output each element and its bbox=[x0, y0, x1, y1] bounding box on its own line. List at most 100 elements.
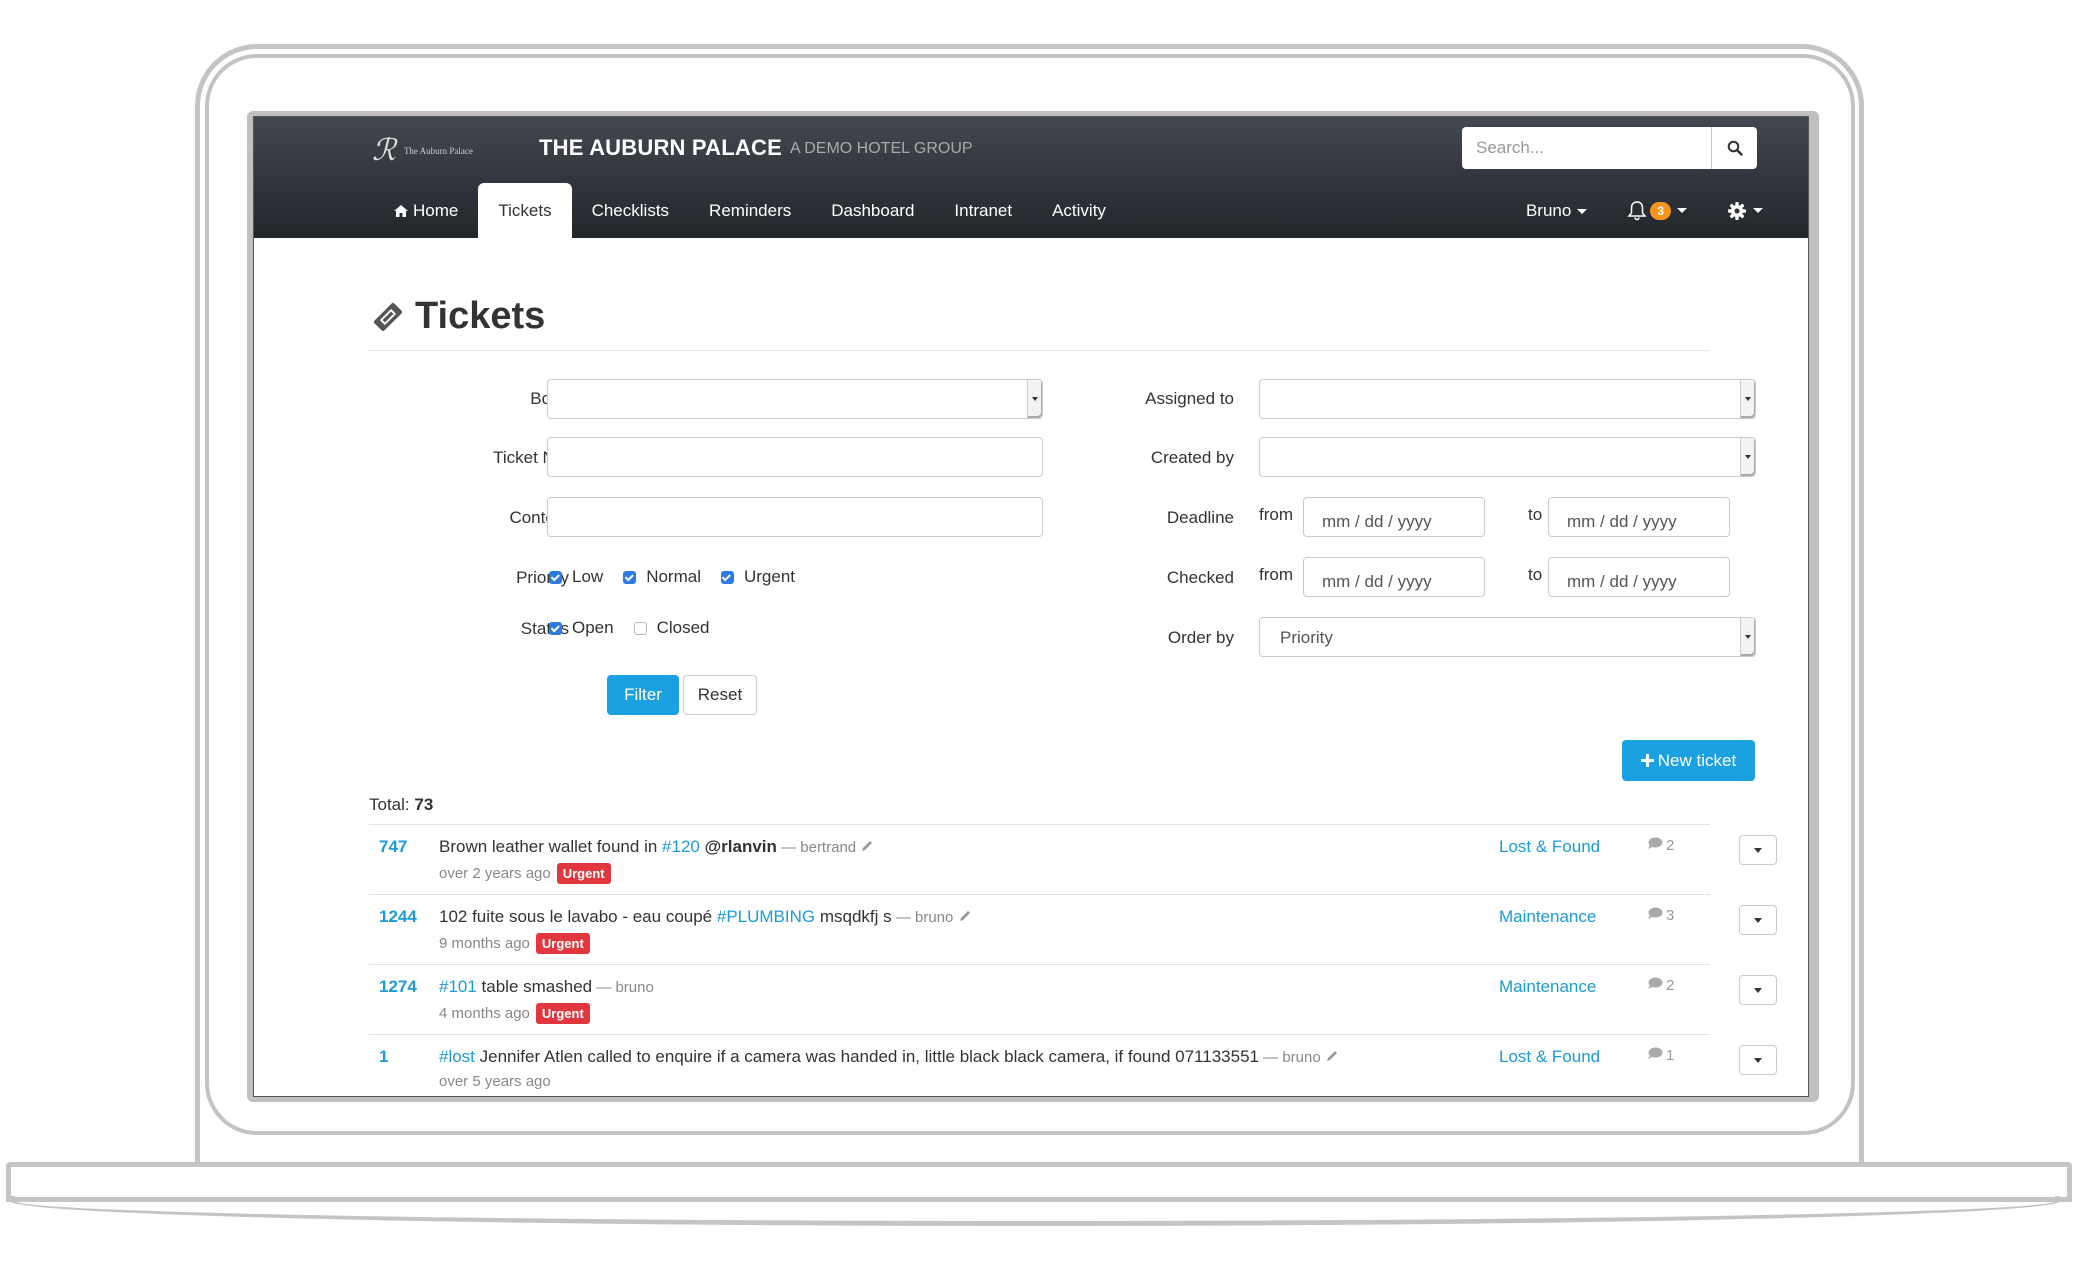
checked-to-date[interactable]: mm / dd / yyyy bbox=[1548, 557, 1730, 597]
comment-count-value: 1 bbox=[1666, 1047, 1675, 1064]
checked-label: Checked bbox=[1166, 568, 1234, 587]
ticket-actions-dropdown[interactable] bbox=[1739, 975, 1777, 1005]
ticket-actions-dropdown[interactable] bbox=[1739, 905, 1777, 935]
ticket-meta: 4 months ago Urgent bbox=[439, 1003, 590, 1024]
select-arrow bbox=[1740, 380, 1755, 418]
nav-home[interactable]: Home bbox=[374, 183, 478, 238]
status-closed-checkbox[interactable]: Closed bbox=[633, 618, 710, 638]
comment-count[interactable]: 3 bbox=[1647, 907, 1674, 924]
total-value: 73 bbox=[414, 795, 434, 814]
ticket-author: — bruno bbox=[891, 909, 958, 926]
app-screen: ℛ The Auburn Palace THE AUBURN PALACE A … bbox=[253, 116, 1809, 1097]
deadline-to-date[interactable]: mm / dd / yyyy bbox=[1548, 497, 1730, 537]
nav-checklists[interactable]: Checklists bbox=[572, 183, 689, 238]
ticket-id-link[interactable]: 1 bbox=[379, 1047, 388, 1067]
status-open-checkbox[interactable]: Open bbox=[549, 618, 614, 638]
search-button[interactable] bbox=[1711, 127, 1757, 169]
ticket-text: 102 fuite sous le lavabo - eau coupé bbox=[439, 907, 717, 926]
ticket-time: 9 months ago bbox=[439, 935, 530, 952]
content-field[interactable] bbox=[547, 497, 1043, 537]
search-input[interactable] bbox=[1462, 127, 1711, 169]
comment-count[interactable]: 2 bbox=[1647, 837, 1674, 854]
ticket-category-link[interactable]: Maintenance bbox=[1499, 907, 1596, 927]
priority-normal-checkbox[interactable]: Normal bbox=[623, 567, 701, 587]
priority-low-label: Low bbox=[572, 567, 604, 586]
nav-intranet[interactable]: Intranet bbox=[934, 183, 1032, 238]
nav-right: Bruno 3 bbox=[1526, 183, 1763, 238]
ticket-actions-dropdown[interactable] bbox=[1739, 835, 1777, 865]
ticket-meta: over 2 years ago Urgent bbox=[439, 863, 611, 884]
ticket-actions-dropdown[interactable] bbox=[1739, 1045, 1777, 1075]
ticket-category-link[interactable]: Lost & Found bbox=[1499, 837, 1600, 857]
pencil-icon[interactable] bbox=[860, 838, 874, 857]
nav-activity[interactable]: Activity bbox=[1032, 183, 1126, 238]
book-select[interactable] bbox=[547, 379, 1043, 419]
nav-dashboard[interactable]: Dashboard bbox=[811, 183, 934, 238]
ticket-id-link[interactable]: 1244 bbox=[379, 907, 417, 927]
brand-title[interactable]: THE AUBURN PALACE bbox=[539, 135, 782, 161]
user-mention[interactable]: @rlanvin bbox=[705, 837, 777, 856]
chevron-down-icon bbox=[1753, 208, 1763, 213]
title-divider bbox=[369, 350, 1710, 351]
brand-logo[interactable]: ℛ The Auburn Palace bbox=[372, 133, 473, 168]
checked-from-date[interactable]: mm / dd / yyyy bbox=[1303, 557, 1485, 597]
status-open-label: Open bbox=[572, 618, 614, 637]
comment-count[interactable]: 1 bbox=[1647, 1047, 1674, 1064]
deadline-label: Deadline bbox=[1166, 508, 1234, 527]
assigned-to-select[interactable] bbox=[1259, 379, 1756, 419]
reset-button[interactable]: Reset bbox=[683, 675, 757, 715]
checkbox-checked-icon bbox=[549, 621, 562, 635]
comment-count[interactable]: 2 bbox=[1647, 977, 1674, 994]
ticket-no-input[interactable] bbox=[548, 438, 1042, 476]
priority-options: Low Normal Urgent bbox=[549, 567, 815, 587]
select-arrow bbox=[1740, 618, 1755, 656]
plus-icon bbox=[1640, 754, 1654, 767]
new-ticket-button[interactable]: New ticket bbox=[1622, 740, 1755, 781]
status-closed-label: Closed bbox=[656, 618, 710, 637]
chevron-down-icon bbox=[1032, 397, 1038, 401]
ticket-content[interactable]: #101 table smashed — bruno bbox=[439, 977, 654, 997]
priority-badge: Urgent bbox=[556, 863, 611, 884]
nav-tickets[interactable]: Tickets bbox=[478, 183, 572, 238]
checkbox-checked-icon bbox=[549, 570, 562, 584]
date-placeholder: mm / dd / yyyy bbox=[1567, 572, 1677, 591]
ticket-content[interactable]: #lost Jennifer Atlen called to enquire i… bbox=[439, 1047, 1339, 1068]
bell-icon bbox=[1627, 201, 1647, 221]
ticket-meta: over 5 years ago bbox=[439, 1073, 551, 1090]
ticket-time: over 2 years ago bbox=[439, 865, 551, 882]
ticket-tag-link[interactable]: #120 bbox=[662, 837, 700, 856]
ticket-tag-link[interactable]: #lost bbox=[439, 1047, 475, 1066]
filter-button[interactable]: Filter bbox=[607, 675, 679, 715]
priority-label: Priority bbox=[516, 568, 569, 587]
pencil-icon[interactable] bbox=[958, 908, 972, 927]
nav-reminders[interactable]: Reminders bbox=[689, 183, 811, 238]
ticket-no-field[interactable] bbox=[547, 437, 1043, 477]
nav-home-label: Home bbox=[413, 200, 459, 220]
checkbox-checked-icon bbox=[623, 570, 637, 584]
notifications-menu[interactable]: 3 bbox=[1627, 200, 1687, 221]
ticket-tag-link[interactable]: #PLUMBING bbox=[717, 907, 815, 926]
ticket-content[interactable]: 102 fuite sous le lavabo - eau coupé #PL… bbox=[439, 907, 972, 928]
ticket-id-link[interactable]: 747 bbox=[379, 837, 407, 857]
ticket-category-link[interactable]: Maintenance bbox=[1499, 977, 1596, 997]
priority-urgent-checkbox[interactable]: Urgent bbox=[720, 567, 795, 587]
select-arrow bbox=[1027, 380, 1042, 418]
priority-low-checkbox[interactable]: Low bbox=[549, 567, 603, 587]
content-input[interactable] bbox=[548, 498, 1042, 536]
home-icon bbox=[394, 204, 408, 217]
priority-normal-label: Normal bbox=[646, 567, 701, 586]
ticket-content[interactable]: Brown leather wallet found in #120 @rlan… bbox=[439, 837, 874, 858]
chevron-down-icon bbox=[1745, 635, 1751, 639]
user-menu[interactable]: Bruno bbox=[1526, 201, 1588, 221]
pencil-icon[interactable] bbox=[1325, 1048, 1339, 1067]
logo-mark-icon: ℛ bbox=[372, 133, 396, 168]
settings-menu[interactable] bbox=[1727, 201, 1763, 221]
created-by-select[interactable] bbox=[1259, 437, 1756, 477]
comment-count-value: 3 bbox=[1666, 907, 1675, 924]
deadline-from-date[interactable]: mm / dd / yyyy bbox=[1303, 497, 1485, 537]
ticket-tag-link[interactable]: #101 bbox=[439, 977, 477, 996]
order-by-label: Order by bbox=[1167, 628, 1234, 647]
ticket-category-link[interactable]: Lost & Found bbox=[1499, 1047, 1600, 1067]
order-by-select[interactable]: Priority bbox=[1259, 617, 1756, 657]
ticket-id-link[interactable]: 1274 bbox=[379, 977, 417, 997]
